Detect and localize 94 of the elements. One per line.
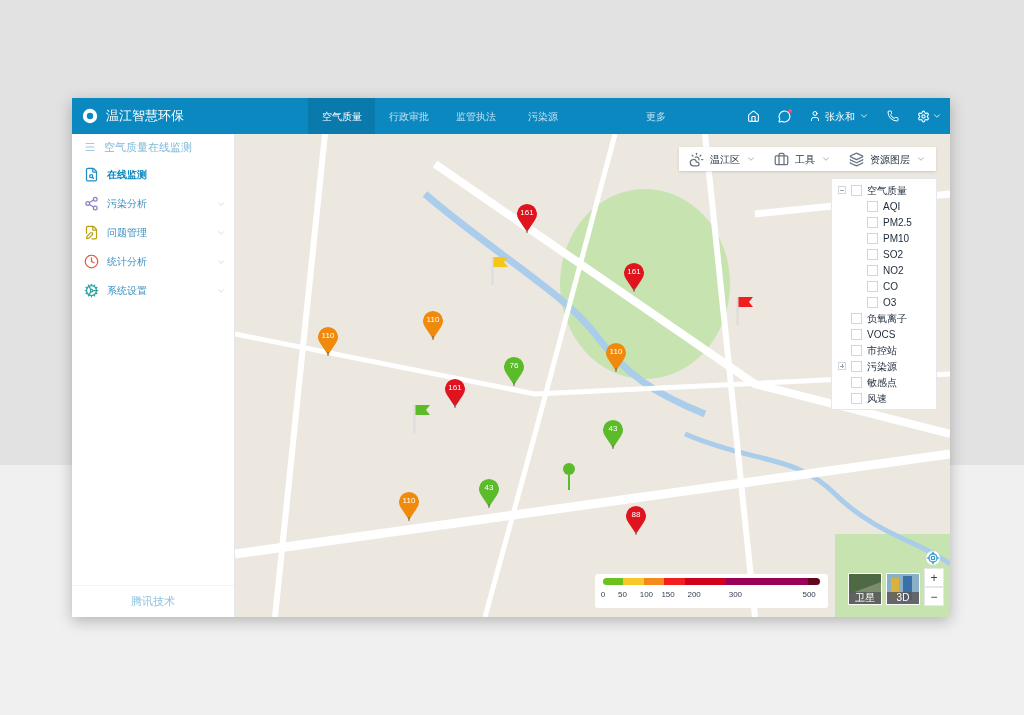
toolbar-dropdown[interactable]: 资源图层 — [849, 151, 926, 167]
toolbar-dropdown[interactable]: 工具 — [774, 151, 831, 167]
nav-tab[interactable]: 污染源 — [509, 98, 576, 134]
layer-label: 污染源 — [867, 359, 897, 374]
briefcase-icon — [774, 151, 789, 167]
map-marker[interactable]: 110 — [398, 491, 420, 521]
nav-tab[interactable]: 空气质量 — [308, 98, 375, 134]
sidebar-item[interactable]: 问题管理 — [72, 218, 234, 247]
legend-label: 150 — [661, 589, 675, 601]
home-icon[interactable] — [747, 109, 760, 123]
map-marker[interactable]: 161 — [623, 262, 645, 292]
settings-icon — [84, 283, 99, 298]
map-marker[interactable]: 110 — [422, 310, 444, 340]
nav-tab[interactable]: 行政审批 — [375, 98, 442, 134]
settings-menu[interactable] — [917, 109, 942, 123]
layer-label: AQI — [883, 199, 901, 214]
sidebar-item[interactable]: 系统设置 — [72, 276, 234, 305]
caret-icon — [746, 154, 756, 164]
checkbox[interactable] — [851, 376, 862, 388]
analysis-icon — [84, 196, 99, 211]
map-marker[interactable]: 110 — [605, 342, 627, 372]
checkbox[interactable] — [867, 200, 878, 212]
layer-label: 敏感点 — [867, 375, 897, 390]
flag-marker[interactable] — [735, 297, 755, 325]
layer-label: PM2.5 — [883, 215, 912, 230]
app-title: 温江智慧环保 — [106, 107, 184, 126]
legend-label: 300 — [728, 589, 743, 601]
monitor-icon — [84, 167, 99, 182]
expand-toggle[interactable] — [838, 362, 846, 370]
checkbox[interactable] — [867, 232, 878, 244]
map-marker[interactable]: 110 — [317, 326, 339, 356]
logo-icon — [82, 108, 98, 124]
layer-label: CO — [883, 279, 898, 294]
zoom-in-button[interactable]: + — [924, 568, 944, 587]
sidebar-item[interactable]: 统计分析 — [72, 247, 234, 276]
flag-marker[interactable] — [490, 257, 510, 285]
checkbox[interactable] — [851, 344, 862, 356]
toolbar-dropdown[interactable]: 温江区 — [689, 151, 756, 167]
caret-icon — [932, 111, 942, 121]
caret-icon — [821, 154, 831, 164]
checkbox[interactable] — [867, 264, 878, 276]
nav-tab[interactable]: 更多 — [576, 98, 736, 134]
layer-label: PM10 — [883, 231, 910, 246]
map-marker[interactable]: 76 — [503, 356, 525, 386]
layer-label: 空气质量 — [867, 183, 907, 198]
layer-label: 市控站 — [867, 343, 897, 358]
map-marker[interactable]: 161 — [516, 203, 538, 233]
footer-text: 腾讯技术 — [131, 594, 175, 610]
map-marker[interactable]: 88 — [625, 505, 647, 535]
phone-icon[interactable] — [887, 110, 899, 122]
layer-label: 负氧离子 — [867, 311, 907, 326]
checkbox[interactable] — [867, 248, 878, 260]
collapse-toggle[interactable] — [838, 186, 846, 194]
nav-tab[interactable]: 监管执法 — [442, 98, 509, 134]
sidebar-item[interactable]: 在线监测 — [72, 160, 234, 189]
legend-label: 100 — [639, 589, 654, 601]
layers-icon — [849, 151, 864, 167]
checkbox[interactable] — [867, 296, 878, 308]
issues-icon — [84, 225, 99, 240]
checkbox[interactable] — [851, 392, 862, 404]
user-menu[interactable]: 张永和 — [809, 108, 869, 124]
layer-label: SO2 — [883, 247, 903, 262]
legend-label: 50 — [618, 589, 627, 601]
checkbox[interactable] — [851, 328, 862, 340]
menu-icon[interactable] — [84, 141, 96, 153]
legend-label: 0 — [600, 589, 606, 601]
sidebar-item[interactable]: 污染分析 — [72, 189, 234, 218]
cloud-sun-icon — [689, 151, 704, 167]
stats-icon — [84, 254, 99, 269]
checkbox[interactable] — [851, 360, 862, 372]
layer-label: 风速 — [867, 391, 887, 406]
caret-icon — [916, 154, 926, 164]
checkbox[interactable] — [851, 184, 862, 196]
map-marker[interactable]: 161 — [444, 378, 466, 408]
message-icon[interactable] — [778, 109, 791, 123]
layer-label: NO2 — [883, 263, 904, 278]
zoom-out-button[interactable]: − — [924, 587, 944, 606]
user-icon — [809, 110, 821, 122]
legend-label: 200 — [687, 589, 701, 601]
legend-label: 500 — [802, 589, 816, 601]
map-marker[interactable] — [562, 462, 576, 490]
flag-marker[interactable] — [412, 405, 432, 433]
layer-label: VOCS — [867, 327, 896, 342]
settings-icon — [917, 109, 930, 123]
map-type-button[interactable]: 3D — [886, 573, 920, 605]
layer-label: O3 — [883, 295, 897, 310]
checkbox[interactable] — [867, 280, 878, 292]
caret-icon — [859, 111, 869, 121]
sidebar-title: 空气质量在线监测 — [104, 139, 192, 155]
checkbox[interactable] — [851, 312, 862, 324]
map-marker[interactable]: 43 — [602, 419, 624, 449]
map-type-button[interactable]: 卫星 — [848, 573, 882, 605]
map-marker[interactable]: 43 — [478, 478, 500, 508]
checkbox[interactable] — [867, 216, 878, 228]
